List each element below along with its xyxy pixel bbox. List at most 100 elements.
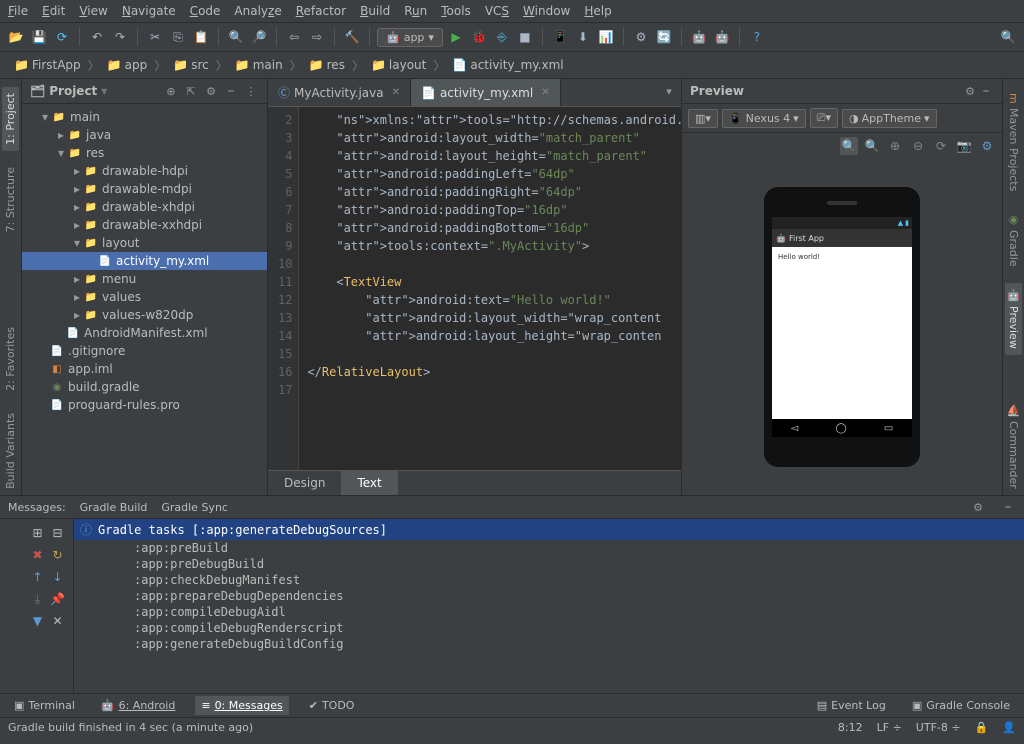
filter-icon[interactable]: ▼ <box>30 613 46 629</box>
screenshot-icon[interactable]: 📷 <box>955 137 973 155</box>
settings-icon[interactable]: ⚙ <box>203 83 219 99</box>
tree-node-res[interactable]: ▾📁res <box>22 144 267 162</box>
editor-menu-icon[interactable]: ▾ <box>661 83 677 99</box>
tool-tab-preview[interactable]: 🤖Preview <box>1005 283 1022 355</box>
debug-icon[interactable]: 🐞 <box>469 27 489 47</box>
export-icon[interactable]: ⤓ <box>30 591 46 607</box>
back-icon[interactable]: ⇦ <box>284 27 304 47</box>
run-icon[interactable]: ▶ <box>446 27 466 47</box>
hide-icon[interactable]: ⎯ <box>223 83 239 99</box>
tool-tab-favorites[interactable]: 2: Favorites <box>2 321 19 397</box>
ddms-icon[interactable]: 📊 <box>596 27 616 47</box>
breadcrumb-item[interactable]: 📁res <box>305 56 349 74</box>
sync-icon[interactable]: ⟳ <box>52 27 72 47</box>
clear-icon[interactable]: ✕ <box>50 613 66 629</box>
code-editor[interactable]: 234567891011121314151617 "ns">xmlns:"att… <box>268 107 681 470</box>
tool-tab-gradle-console[interactable]: ▣ Gradle Console <box>906 696 1016 715</box>
scroll-from-source-icon[interactable]: ⊕ <box>163 83 179 99</box>
lock-icon[interactable]: 🔒 <box>975 721 989 734</box>
orientation-selector[interactable]: ▥▾ <box>688 109 718 128</box>
copy-icon[interactable]: ⎘ <box>168 27 188 47</box>
theme-selector[interactable]: ◑ AppTheme ▾ <box>842 109 937 128</box>
rerun-icon[interactable]: ↻ <box>50 547 66 563</box>
find-icon[interactable]: 🔍 <box>226 27 246 47</box>
breadcrumb-item[interactable]: 📁app <box>103 56 152 74</box>
open-icon[interactable]: 📂 <box>6 27 26 47</box>
device-selector[interactable]: 📱 Nexus 4 ▾ <box>722 109 806 128</box>
pin-icon[interactable]: 📌 <box>50 591 66 607</box>
tree-node-drawable-xhdpi[interactable]: ▸📁drawable-xhdpi <box>22 198 267 216</box>
sdk-manager-icon[interactable]: ⬇ <box>573 27 593 47</box>
close-icon[interactable]: ✕ <box>392 87 400 98</box>
attach-debugger-icon[interactable]: ⎆ <box>492 27 512 47</box>
settings-icon[interactable]: ⚙ <box>978 137 996 155</box>
tool-tab-maven[interactable]: mMaven Projects <box>1005 87 1022 197</box>
menu-build[interactable]: Build <box>360 4 390 18</box>
tree-node-gitignore[interactable]: 📄.gitignore <box>22 342 267 360</box>
tool-tab-terminal[interactable]: ▣ Terminal <box>8 696 81 715</box>
project-structure-icon[interactable]: ⚙ <box>631 27 651 47</box>
tree-node-main[interactable]: ▾📁main <box>22 108 267 126</box>
stop-icon[interactable]: ✖ <box>30 547 46 563</box>
undo-icon[interactable]: ↶ <box>87 27 107 47</box>
tool-tab-event-log[interactable]: ▤ Event Log <box>811 696 892 715</box>
menu-help[interactable]: Help <box>584 4 611 18</box>
stop-icon[interactable]: ■ <box>515 27 535 47</box>
settings-icon[interactable]: ⚙ <box>970 499 986 515</box>
tab-text[interactable]: Text <box>341 471 397 495</box>
tool-tab-commander[interactable]: ⛵Commander <box>1005 398 1022 495</box>
hector-icon[interactable]: 👤 <box>1002 721 1016 734</box>
replace-icon[interactable]: 🔎 <box>249 27 269 47</box>
messages-content[interactable]: ⓘGradle tasks [:app:generateDebugSources… <box>74 519 1024 693</box>
menu-tools[interactable]: Tools <box>441 4 471 18</box>
breadcrumb-item[interactable]: 📄activity_my.xml <box>448 56 567 74</box>
tree-node-values-w820dp[interactable]: ▸📁values-w820dp <box>22 306 267 324</box>
redo-icon[interactable]: ↷ <box>110 27 130 47</box>
messages-tab-gradle-sync[interactable]: Gradle Sync <box>161 501 228 514</box>
editor-tab-activity-my[interactable]: 📄activity_my.xml✕ <box>411 79 561 106</box>
messages-tab-gradle-build[interactable]: Gradle Build <box>80 501 148 514</box>
zoom-out-icon[interactable]: ⊖ <box>909 137 927 155</box>
help-icon[interactable]: ? <box>747 27 767 47</box>
sync-gradle-icon[interactable]: 🔄 <box>654 27 674 47</box>
tool-tab-project[interactable]: 1: Project <box>2 87 19 151</box>
api-selector[interactable]: ⎚▾ <box>810 108 838 128</box>
tree-node-app-iml[interactable]: ◧app.iml <box>22 360 267 378</box>
project-tree[interactable]: ▾📁main ▸📁java ▾📁res ▸📁drawable-hdpi ▸📁dr… <box>22 104 267 418</box>
forward-icon[interactable]: ⇨ <box>307 27 327 47</box>
tree-node-activity-my[interactable]: 📄activity_my.xml <box>22 252 267 270</box>
caret-position[interactable]: 8:12 <box>838 721 863 734</box>
tool-tab-build-variants[interactable]: Build Variants <box>2 407 19 495</box>
tool-tab-android[interactable]: 🤖 6: Android <box>95 696 181 715</box>
tree-node-layout[interactable]: ▾📁layout <box>22 234 267 252</box>
hide-icon[interactable]: ⎯ <box>1000 499 1016 515</box>
tree-node-build-gradle[interactable]: ◉build.gradle <box>22 378 267 396</box>
tree-node-drawable-hdpi[interactable]: ▸📁drawable-hdpi <box>22 162 267 180</box>
tree-node-menu[interactable]: ▸📁menu <box>22 270 267 288</box>
cut-icon[interactable]: ✂ <box>145 27 165 47</box>
menu-file[interactable]: File <box>8 4 28 18</box>
tab-design[interactable]: Design <box>268 471 341 495</box>
breadcrumb-item[interactable]: 📁main <box>231 56 287 74</box>
build-icon[interactable]: 🔨 <box>342 27 362 47</box>
save-icon[interactable]: 💾 <box>29 27 49 47</box>
paste-icon[interactable]: 📋 <box>191 27 211 47</box>
tree-node-manifest[interactable]: 📄AndroidManifest.xml <box>22 324 267 342</box>
down-icon[interactable]: ↓ <box>50 569 66 585</box>
tree-node-values[interactable]: ▸📁values <box>22 288 267 306</box>
line-separator[interactable]: LF <box>877 721 889 734</box>
refresh-icon[interactable]: ⟳ <box>932 137 950 155</box>
tree-node-drawable-mdpi[interactable]: ▸📁drawable-mdpi <box>22 180 267 198</box>
menu-run[interactable]: Run <box>404 4 427 18</box>
hide-icon[interactable]: ⎯ <box>978 83 994 99</box>
menu-refactor[interactable]: Refactor <box>296 4 346 18</box>
zoom-in-icon[interactable]: ⊕ <box>886 137 904 155</box>
more-icon[interactable]: ⋮ <box>243 83 259 99</box>
android-icon-2[interactable]: 🤖 <box>689 27 709 47</box>
menu-window[interactable]: Window <box>523 4 570 18</box>
up-icon[interactable]: ↑ <box>30 569 46 585</box>
collapse-icon[interactable]: ⊟ <box>50 525 66 541</box>
tool-tab-structure[interactable]: 7: Structure <box>2 161 19 238</box>
editor-tab-myactivity[interactable]: ⒸMyActivity.java✕ <box>268 79 411 106</box>
menu-vcs[interactable]: VCS <box>485 4 509 18</box>
